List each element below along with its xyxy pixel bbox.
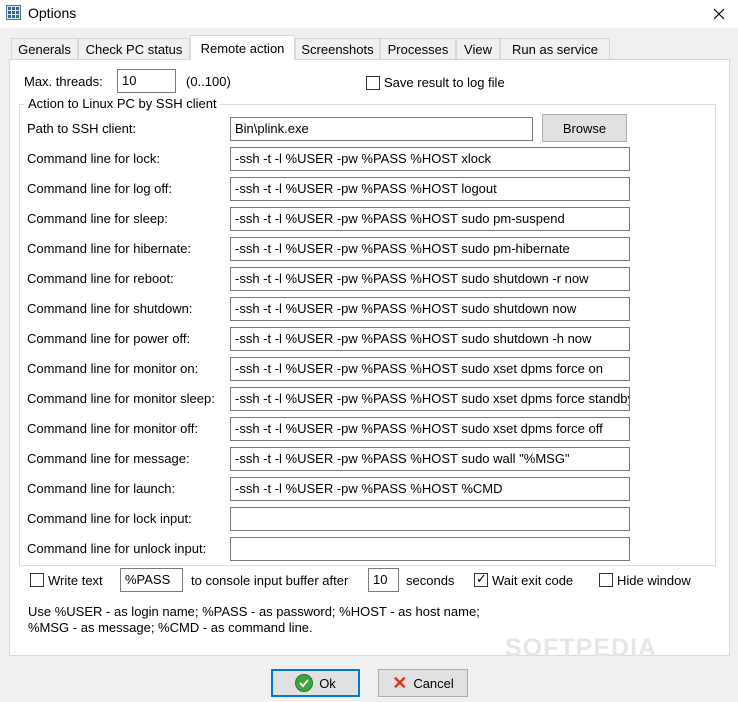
check-mark-icon: ✓ — [476, 571, 487, 586]
cmd-reboot-input[interactable]: -ssh -t -l %USER -pw %PASS %HOST sudo sh… — [230, 267, 630, 291]
cmd-message-input[interactable]: -ssh -t -l %USER -pw %PASS %HOST sudo wa… — [230, 447, 630, 471]
cmd-poweroff-input[interactable]: -ssh -t -l %USER -pw %PASS %HOST sudo sh… — [230, 327, 630, 351]
cmd-unlock-input-input[interactable] — [230, 537, 630, 561]
placeholder-hint: Use %USER - as login name; %PASS - as pa… — [28, 604, 480, 636]
cmd-sleep-label: Command line for sleep: — [27, 211, 168, 226]
ssh-group-title: Action to Linux PC by SSH client — [25, 96, 220, 111]
tab-run-as-service[interactable]: Run as service — [500, 38, 610, 59]
app-icon — [6, 5, 21, 20]
cmd-monitor-on-label: Command line for monitor on: — [27, 361, 199, 376]
cmd-monitor-on-input[interactable]: -ssh -t -l %USER -pw %PASS %HOST sudo xs… — [230, 357, 630, 381]
cmd-launch-label: Command line for launch: — [27, 481, 176, 496]
cmd-lock-input[interactable]: -ssh -t -l %USER -pw %PASS %HOST xlock — [230, 147, 630, 171]
browse-button-label: Browse — [562, 120, 607, 136]
cmd-poweroff-label: Command line for power off: — [27, 331, 191, 346]
write-text-input[interactable]: %PASS — [120, 568, 183, 592]
cmd-shutdown-input[interactable]: -ssh -t -l %USER -pw %PASS %HOST sudo sh… — [230, 297, 630, 321]
tab-processes[interactable]: Processes — [380, 38, 456, 59]
save-result-checkbox[interactable] — [366, 76, 380, 90]
cmd-monitor-off-label: Command line for monitor off: — [27, 421, 198, 436]
cancel-x-icon: ✕ — [392, 673, 408, 693]
wait-exit-label: Wait exit code — [492, 573, 574, 588]
seconds-label: seconds — [406, 573, 455, 588]
title-bar: Options — [0, 0, 738, 28]
write-text-checkbox[interactable] — [30, 573, 44, 587]
cmd-hibernate-label: Command line for hibernate: — [27, 241, 192, 256]
cmd-logoff-input[interactable]: -ssh -t -l %USER -pw %PASS %HOST logout — [230, 177, 630, 201]
tab-remote-action[interactable]: Remote action — [190, 35, 295, 60]
max-threads-input[interactable]: 10 — [117, 69, 176, 93]
ok-button-label: Ok — [319, 675, 336, 691]
hint-line-1: Use %USER - as login name; %PASS - as pa… — [28, 604, 480, 619]
close-icon[interactable] — [700, 0, 738, 28]
cmd-lock-label: Command line for lock: — [27, 151, 160, 166]
write-text-label: Write text — [48, 573, 103, 588]
cancel-button-label: Cancel — [413, 675, 454, 691]
cmd-sleep-input[interactable]: -ssh -t -l %USER -pw %PASS %HOST sudo pm… — [230, 207, 630, 231]
hide-window-label: Hide window — [617, 573, 691, 588]
softpedia-watermark: SOFTPEDIA — [505, 634, 658, 662]
save-result-label: Save result to log file — [384, 75, 505, 90]
hint-line-2: %MSG - as message; %CMD - as command lin… — [28, 620, 313, 635]
checkmark-icon — [295, 674, 314, 692]
cmd-monitor-sleep-label: Command line for monitor sleep: — [27, 391, 215, 406]
cmd-reboot-label: Command line for reboot: — [27, 271, 174, 286]
seconds-input[interactable]: 10 — [368, 568, 399, 592]
browse-button[interactable]: Browse — [542, 114, 627, 142]
tab-check-pc-status[interactable]: Check PC status — [78, 38, 190, 59]
max-threads-range: (0..100) — [186, 74, 231, 89]
cmd-hibernate-input[interactable]: -ssh -t -l %USER -pw %PASS %HOST sudo pm… — [230, 237, 630, 261]
tab-generals[interactable]: Generals — [11, 38, 78, 59]
cmd-monitor-sleep-input[interactable]: -ssh -t -l %USER -pw %PASS %HOST sudo xs… — [230, 387, 630, 411]
cmd-logoff-label: Command line for log off: — [27, 181, 172, 196]
cmd-lock-input-label: Command line for lock input: — [27, 511, 192, 526]
cmd-lock-input-input[interactable] — [230, 507, 630, 531]
ssh-path-input[interactable]: Bin\plink.exe — [230, 117, 533, 141]
cmd-launch-input[interactable]: -ssh -t -l %USER -pw %PASS %HOST %CMD — [230, 477, 630, 501]
cmd-shutdown-label: Command line for shutdown: — [27, 301, 193, 316]
cmd-message-label: Command line for message: — [27, 451, 190, 466]
cmd-unlock-input-label: Command line for unlock input: — [27, 541, 207, 556]
wait-exit-checkbox[interactable]: ✓ — [474, 571, 488, 587]
hide-window-checkbox[interactable] — [599, 573, 613, 587]
tab-screenshots[interactable]: Screenshots — [295, 38, 380, 59]
ok-button[interactable]: Ok — [271, 669, 360, 697]
cmd-monitor-off-input[interactable]: -ssh -t -l %USER -pw %PASS %HOST sudo xs… — [230, 417, 630, 441]
write-text-middle-label: to console input buffer after — [191, 573, 349, 588]
window-title: Options — [28, 5, 77, 21]
max-threads-label: Max. threads: — [24, 74, 103, 89]
cancel-button[interactable]: ✕ Cancel — [378, 669, 468, 697]
tab-view[interactable]: View — [456, 38, 500, 59]
ssh-path-label: Path to SSH client: — [27, 121, 137, 136]
